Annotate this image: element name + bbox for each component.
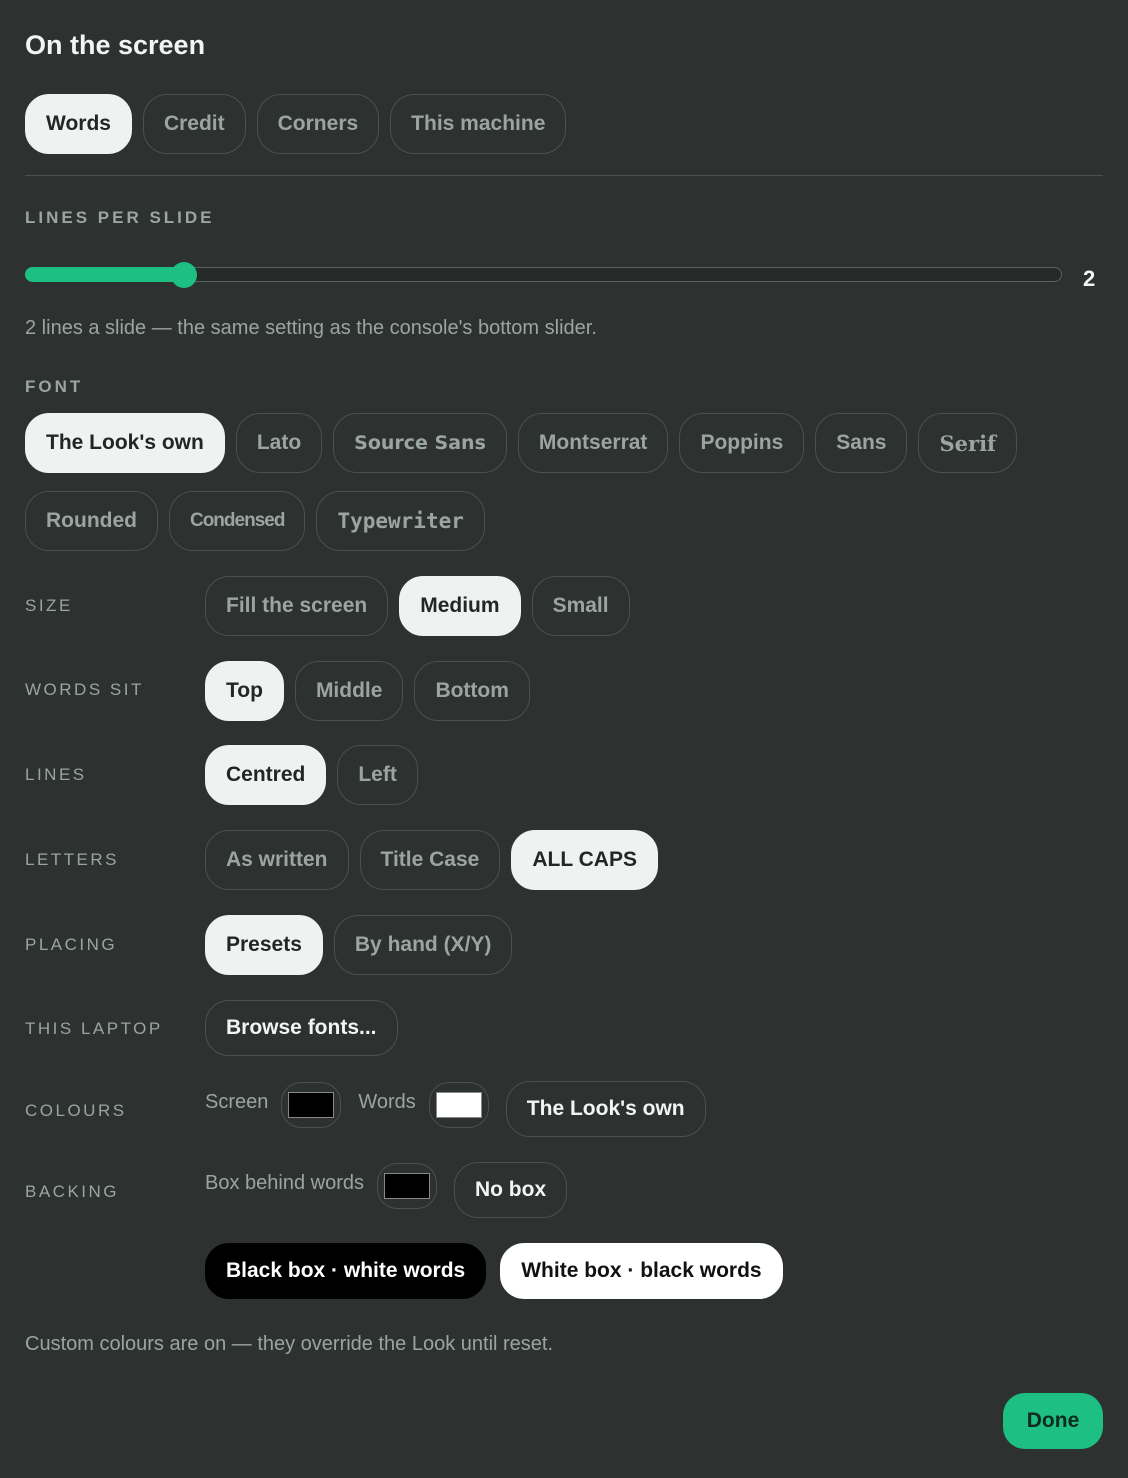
words-sit-option-bottom[interactable]: Bottom	[414, 661, 530, 721]
screen-colour-picker[interactable]	[281, 1082, 342, 1128]
lines-label: LINES	[25, 765, 87, 784]
words-colour-swatch	[435, 1092, 482, 1118]
placing-option-presets[interactable]: Presets	[205, 915, 323, 975]
words-sit-option-top[interactable]: Top	[205, 661, 284, 721]
font-option-condensed[interactable]: Condensed	[168, 491, 306, 551]
screen-colour-label: Screen	[205, 1090, 269, 1113]
backing-label: BACKING	[25, 1182, 120, 1201]
reset-colours-button[interactable]: The Look's own	[505, 1081, 706, 1137]
size-option-medium[interactable]: Medium	[399, 576, 521, 636]
screen-colour-swatch	[288, 1092, 335, 1118]
tab-corners[interactable]: Corners	[256, 94, 380, 154]
browse-fonts-button[interactable]: Browse fonts...	[205, 1000, 398, 1056]
font-option-looks-own[interactable]: The Look's own	[25, 413, 225, 473]
font-option-montserrat[interactable]: Montserrat	[517, 413, 669, 473]
words-colour-label: Words	[358, 1090, 416, 1113]
size-option-fill-screen[interactable]: Fill the screen	[205, 576, 389, 636]
divider	[25, 175, 1103, 176]
no-box-button[interactable]: No box	[453, 1162, 568, 1218]
font-option-serif[interactable]: Serif	[918, 413, 1018, 473]
backing-options: Box behind words No box	[205, 1162, 568, 1218]
colours-options: Screen Words The Look's own	[205, 1081, 706, 1137]
box-colour-picker[interactable]	[376, 1163, 437, 1209]
this-laptop-options: Browse fonts...	[205, 1000, 398, 1056]
box-colour-swatch	[383, 1173, 430, 1199]
font-options-row-1: The Look's own Lato Source Sans Montserr…	[25, 413, 1018, 473]
tab-this-machine[interactable]: This machine	[390, 94, 567, 154]
font-option-rounded[interactable]: Rounded	[25, 491, 158, 551]
font-option-sans[interactable]: Sans	[815, 413, 908, 473]
lines-slider-thumb[interactable]	[170, 262, 197, 288]
lines-slider-value: 2	[1083, 266, 1096, 291]
letters-option-as-written[interactable]: As written	[205, 830, 349, 890]
placing-label: PLACING	[25, 935, 118, 954]
letters-option-all-caps[interactable]: ALL CAPS	[511, 830, 658, 890]
box-behind-words-label: Box behind words	[205, 1171, 364, 1194]
letters-label: LETTERS	[25, 850, 120, 869]
colours-label: COLOURS	[25, 1101, 127, 1120]
placing-options: Presets By hand (X/Y)	[205, 915, 513, 975]
letters-option-title-case[interactable]: Title Case	[359, 830, 501, 890]
size-option-small[interactable]: Small	[531, 576, 630, 636]
tab-credit[interactable]: Credit	[142, 94, 246, 154]
black-box-white-words-button[interactable]: Black box · white words	[205, 1243, 487, 1299]
tab-words[interactable]: Words	[25, 94, 132, 154]
font-option-poppins[interactable]: Poppins	[679, 413, 805, 473]
font-label: FONT	[25, 377, 84, 396]
size-label: SIZE	[25, 596, 73, 615]
custom-colours-note: Custom colours are on — they override th…	[25, 1333, 554, 1355]
placing-option-by-hand[interactable]: By hand (X/Y)	[333, 915, 513, 975]
lines-options: Centred Left	[205, 745, 418, 805]
this-laptop-label: THIS LAPTOP	[25, 1019, 163, 1038]
words-colour-picker[interactable]	[428, 1082, 489, 1128]
font-option-typewriter[interactable]: Typewriter	[316, 491, 485, 551]
white-box-black-words-button[interactable]: White box · black words	[500, 1243, 783, 1299]
size-options: Fill the screen Medium Small	[205, 576, 630, 636]
words-sit-label: WORDS SIT	[25, 680, 144, 699]
tab-bar: Words Credit Corners This machine	[25, 94, 567, 154]
letters-options: As written Title Case ALL CAPS	[205, 830, 658, 890]
words-sit-option-middle[interactable]: Middle	[294, 661, 404, 721]
lines-per-slide-label: LINES PER SLIDE	[25, 208, 215, 227]
font-option-lato[interactable]: Lato	[235, 413, 323, 473]
font-option-source-sans[interactable]: Source Sans	[333, 413, 507, 473]
lines-option-left[interactable]: Left	[337, 745, 418, 805]
lines-slider-fill	[25, 267, 184, 282]
done-button[interactable]: Done	[1003, 1393, 1103, 1449]
panel-title: On the screen	[25, 30, 206, 60]
words-sit-options: Top Middle Bottom	[205, 661, 530, 721]
backing-presets: Black box · white words White box · blac…	[205, 1243, 783, 1299]
font-options-row-2: Rounded Condensed Typewriter	[25, 491, 485, 551]
lines-hint: 2 lines a slide — the same setting as th…	[25, 317, 597, 339]
lines-option-centred[interactable]: Centred	[205, 745, 327, 805]
